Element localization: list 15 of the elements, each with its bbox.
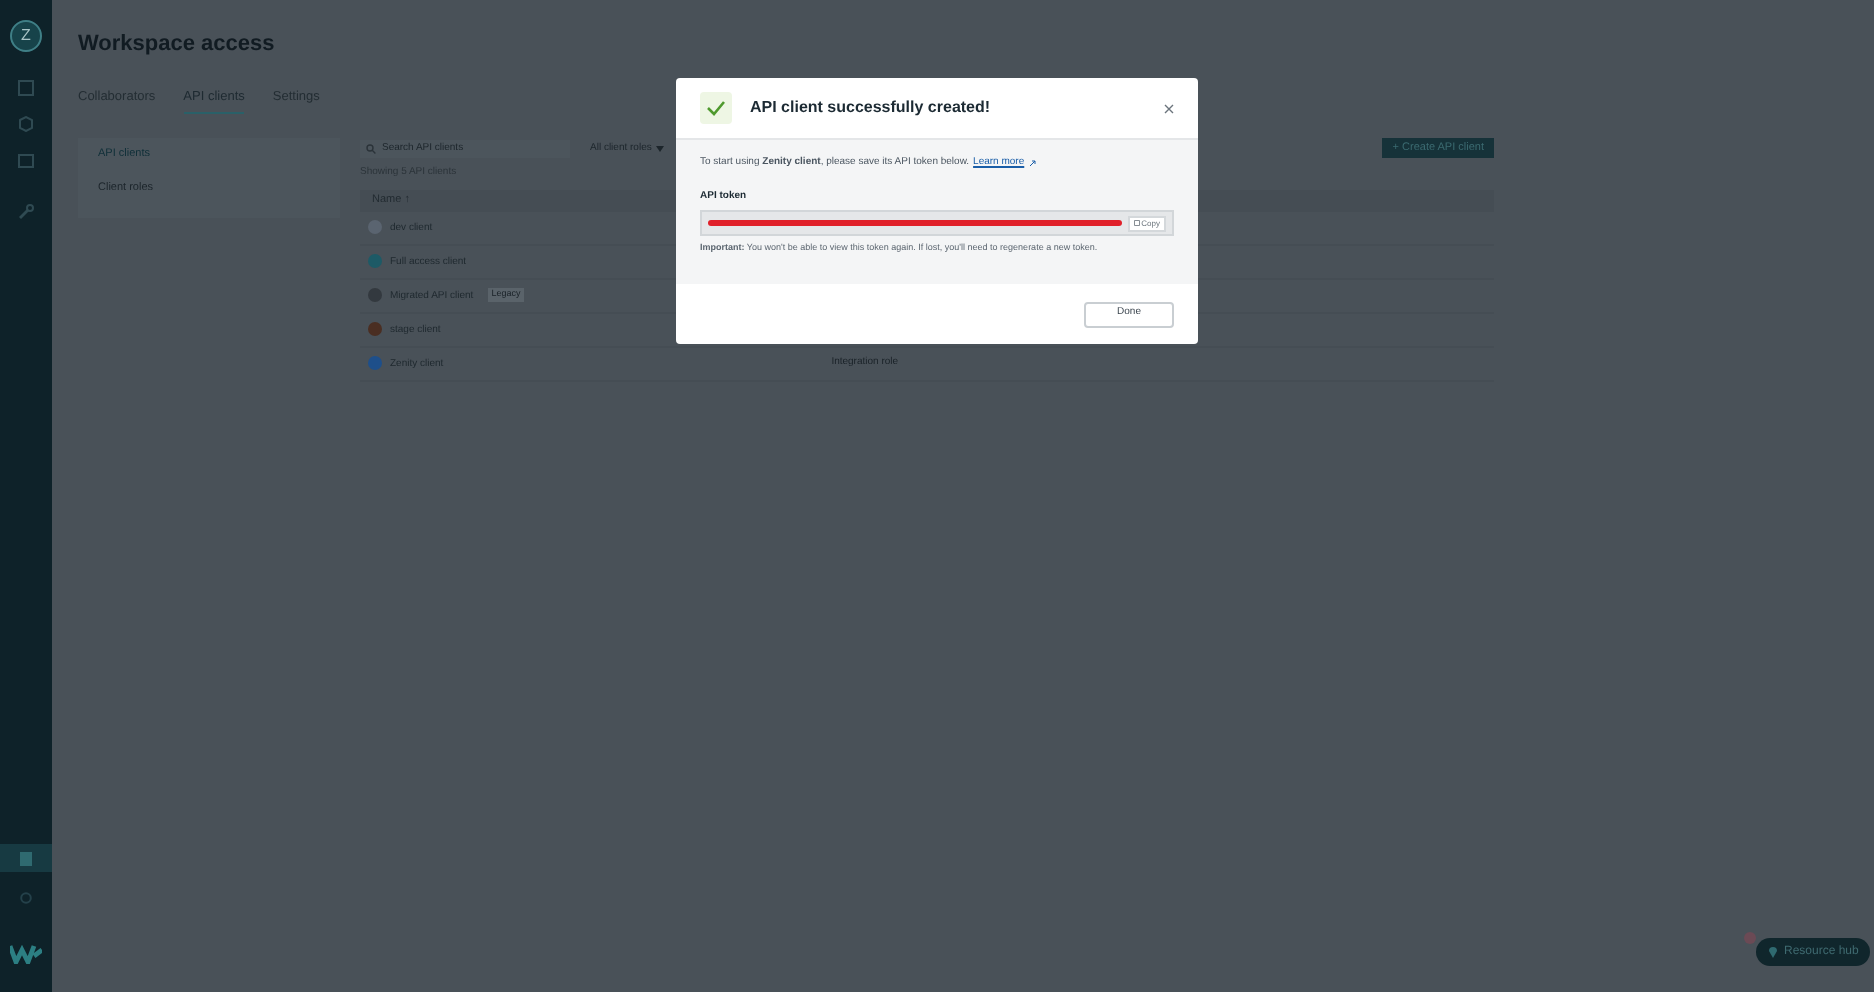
page-title: Workspace access xyxy=(78,30,277,60)
external-link-icon xyxy=(1028,159,1037,168)
dialog-title: API client successfully created! xyxy=(750,96,993,120)
check-icon xyxy=(706,100,726,116)
logo-icon xyxy=(10,944,42,964)
sidebar-item-highlight[interactable] xyxy=(0,844,52,872)
pin-icon xyxy=(1768,946,1778,958)
workspace-avatar[interactable]: Z xyxy=(10,20,42,52)
search-icon xyxy=(366,143,376,154)
settings-icon[interactable] xyxy=(20,892,32,904)
caret-icon xyxy=(655,145,664,152)
copy-icon xyxy=(1133,220,1140,226)
wrench-icon[interactable] xyxy=(18,204,34,220)
box-icon[interactable] xyxy=(18,116,34,132)
close-icon[interactable] xyxy=(1164,103,1174,113)
